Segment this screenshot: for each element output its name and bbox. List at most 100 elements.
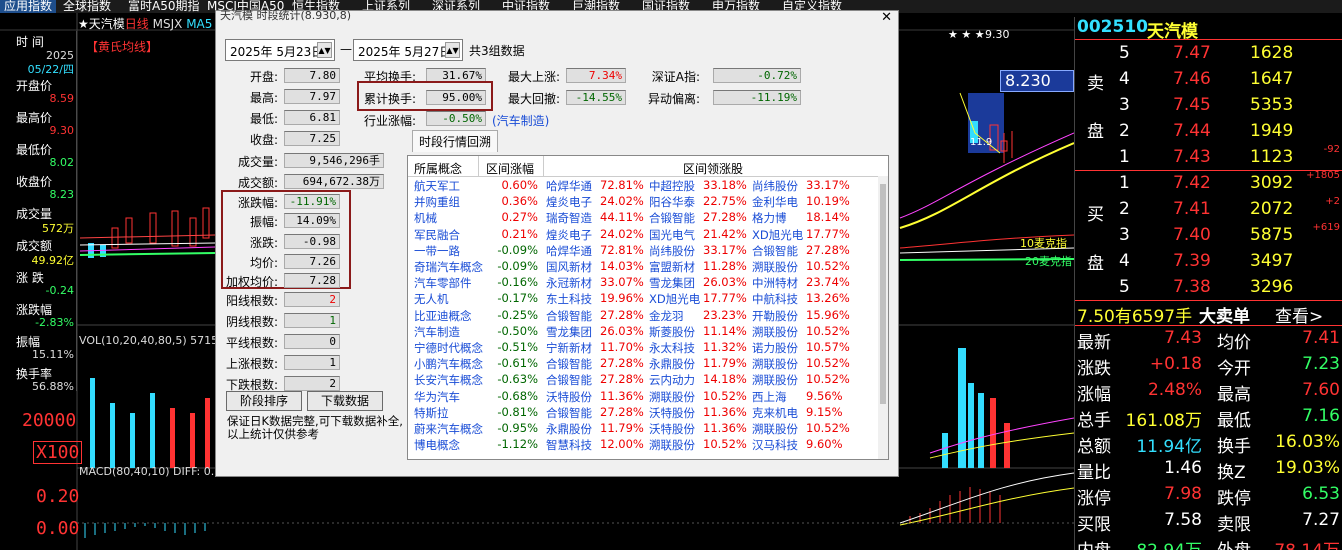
table-row[interactable]: 无人机 -0.17% 东土科技 19.96% XD旭光电 17.77% 中航科技 13.26%: [408, 291, 878, 307]
table-cell[interactable]: 合锻智能: [546, 372, 592, 388]
table-cell[interactable]: 煌炎电子: [546, 227, 592, 243]
table-cell[interactable]: 云内动力: [649, 372, 695, 388]
table-cell[interactable]: 诺力股份: [752, 340, 798, 356]
level-price[interactable]: 7.47: [1173, 43, 1211, 63]
table-cell[interactable]: 华为汽车: [414, 389, 460, 405]
table-cell[interactable]: 中航科技: [752, 291, 798, 307]
table-cell[interactable]: 特斯拉: [414, 405, 449, 421]
level-price[interactable]: 7.39: [1173, 251, 1211, 271]
table-cell[interactable]: 合锻智能: [752, 243, 798, 259]
download-button[interactable]: 下载数据: [307, 391, 383, 411]
table-cell[interactable]: 沃特股份: [546, 389, 592, 405]
table-cell[interactable]: 无人机: [414, 291, 449, 307]
table-cell[interactable]: 机械: [414, 210, 437, 226]
scrollbar-thumb[interactable]: [880, 184, 886, 404]
table-cell[interactable]: 永冠新材: [546, 275, 592, 291]
level-price[interactable]: 7.45: [1173, 95, 1211, 115]
table-cell[interactable]: 国光电气: [649, 227, 695, 243]
level-price[interactable]: 7.38: [1173, 277, 1211, 297]
table-cell[interactable]: 中超控股: [649, 178, 695, 194]
table-cell[interactable]: 合锻智能: [546, 308, 592, 324]
table-cell[interactable]: 合锻智能: [546, 356, 592, 372]
table-row[interactable]: 奇瑞汽车概念 -0.09% 国风新材 14.03% 富盟新材 11.28% 溯联股份 10.5…: [408, 259, 878, 275]
table-cell[interactable]: XD旭光电: [649, 291, 700, 307]
table-cell[interactable]: 永太科技: [649, 340, 695, 356]
table-cell[interactable]: 航天军工: [414, 178, 460, 194]
table-row[interactable]: 航天军工 0.60% 哈焊华通 72.81% 中超控股 33.18% 尚纬股份 33.17%: [408, 178, 878, 194]
table-row[interactable]: 汽车零部件 -0.16% 永冠新材 33.07% 雪龙集团 26.03% 中洲特材 23.74…: [408, 275, 878, 291]
table-cell[interactable]: 沃特股份: [649, 421, 695, 437]
level-price[interactable]: 7.41: [1173, 199, 1211, 219]
close-icon[interactable]: ✕: [881, 10, 892, 25]
table-cell[interactable]: 宁新新材: [546, 340, 592, 356]
table-cell[interactable]: 雪龙集团: [546, 324, 592, 340]
table-cell[interactable]: 溯联股份: [752, 324, 798, 340]
table-row[interactable]: 汽车制造 -0.50% 雪龙集团 26.03% 斯菱股份 11.14% 溯联股份 10.52%: [408, 324, 878, 340]
table-row[interactable]: 小鹏汽车概念 -0.61% 合锻智能 27.28% 永鼎股份 11.79% 溯联股份 10.5…: [408, 356, 878, 372]
table-row[interactable]: 宁德时代概念 -0.51% 宁新新材 11.70% 永太科技 11.32% 诺力股份 10.5…: [408, 340, 878, 356]
table-cell[interactable]: 斯菱股份: [649, 324, 695, 340]
table-cell[interactable]: 并购重组: [414, 194, 460, 210]
table-cell[interactable]: 奇瑞汽车概念: [414, 259, 483, 275]
table-cell[interactable]: 小鹏汽车概念: [414, 356, 483, 372]
view-link[interactable]: 查看>: [1275, 302, 1323, 327]
date-to-spin-icon[interactable]: ▲▼: [445, 42, 460, 58]
table-cell[interactable]: 阳谷华泰: [649, 194, 695, 210]
table-cell[interactable]: 汽车制造: [414, 324, 460, 340]
table-cell[interactable]: 溯联股份: [752, 421, 798, 437]
table-cell[interactable]: 合锻智能: [546, 405, 592, 421]
table-row[interactable]: 特斯拉 -0.81% 合锻智能 27.28% 沃特股份 11.36% 克来机电 9.15%: [408, 405, 878, 421]
table-cell[interactable]: 富盟新材: [649, 259, 695, 275]
table-cell[interactable]: 溯联股份: [649, 389, 695, 405]
table-cell[interactable]: 一带一路: [414, 243, 460, 259]
level-price[interactable]: 7.44: [1173, 121, 1211, 141]
table-cell[interactable]: 雪龙集团: [649, 275, 695, 291]
table-cell[interactable]: 蔚来汽车概念: [414, 421, 483, 437]
level-price[interactable]: 7.46: [1173, 69, 1211, 89]
table-cell[interactable]: 比亚迪概念: [414, 308, 472, 324]
table-cell[interactable]: 合锻智能: [649, 210, 695, 226]
table-cell[interactable]: XD旭光电: [752, 227, 803, 243]
table-cell[interactable]: 博电概念: [414, 437, 460, 453]
table-cell[interactable]: 西上海: [752, 389, 787, 405]
table-cell[interactable]: 金利华电: [752, 194, 798, 210]
table-cell[interactable]: 汽车零部件: [414, 275, 472, 291]
date-to-picker[interactable]: 2025年 5月27日 ▲▼: [353, 39, 463, 61]
table-cell[interactable]: 沃特股份: [649, 405, 695, 421]
tab-index-0[interactable]: 应用指数: [0, 0, 57, 13]
table-cell[interactable]: 克来机电: [752, 405, 798, 421]
table-cell[interactable]: 东土科技: [546, 291, 592, 307]
table-cell[interactable]: 溯联股份: [649, 437, 695, 453]
table-cell[interactable]: 智慧科技: [546, 437, 592, 453]
table-cell[interactable]: 哈焊华通: [546, 178, 592, 194]
table-row[interactable]: 蔚来汽车概念 -0.95% 永鼎股份 11.79% 沃特股份 11.36% 溯联股份 10.5…: [408, 421, 878, 437]
table-cell[interactable]: 瑞奇智造: [546, 210, 592, 226]
table-row[interactable]: 华为汽车 -0.68% 沃特股份 11.36% 溯联股份 10.52% 西上海 9.56%: [408, 389, 878, 405]
table-cell[interactable]: 宁德时代概念: [414, 340, 483, 356]
industry-name-link[interactable]: (汽车制造): [492, 112, 549, 129]
table-row[interactable]: 长安汽车概念 -0.63% 合锻智能 27.28% 云内动力 14.18% 溯联股份 10.5…: [408, 372, 878, 388]
table-cell[interactable]: 格力博: [752, 210, 787, 226]
table-cell[interactable]: 永鼎股份: [546, 421, 592, 437]
level-price[interactable]: 7.40: [1173, 225, 1211, 245]
table-cell[interactable]: 军民融合: [414, 227, 460, 243]
level-price[interactable]: 7.43: [1173, 147, 1211, 167]
table-cell[interactable]: 长安汽车概念: [414, 372, 483, 388]
table-cell[interactable]: 哈焊华通: [546, 243, 592, 259]
tab-period-review[interactable]: 时段行情回溯: [412, 130, 499, 152]
table-cell[interactable]: 汉马科技: [752, 437, 798, 453]
table-row[interactable]: 一带一路 -0.09% 哈焊华通 72.81% 尚纬股份 33.17% 合锻智能 27.28%: [408, 243, 878, 259]
tab-index-1[interactable]: 全球指数: [63, 0, 111, 13]
table-cell[interactable]: 溯联股份: [752, 356, 798, 372]
table-row[interactable]: 并购重组 0.36% 煌炎电子 24.02% 阳谷华泰 22.75% 金利华电 10.19%: [408, 194, 878, 210]
date-from-picker[interactable]: 2025年 5月23日 ▲▼: [225, 39, 335, 61]
sort-button[interactable]: 阶段排序: [226, 391, 302, 411]
level-price[interactable]: 7.42: [1173, 173, 1211, 193]
date-from-spin-icon[interactable]: ▲▼: [317, 42, 332, 58]
table-cell[interactable]: 永鼎股份: [649, 356, 695, 372]
table-cell[interactable]: 煌炎电子: [546, 194, 592, 210]
table-cell[interactable]: 国风新材: [546, 259, 592, 275]
table-cell[interactable]: 金龙羽: [649, 308, 684, 324]
table-cell[interactable]: 溯联股份: [752, 372, 798, 388]
table-cell[interactable]: 中洲特材: [752, 275, 798, 291]
